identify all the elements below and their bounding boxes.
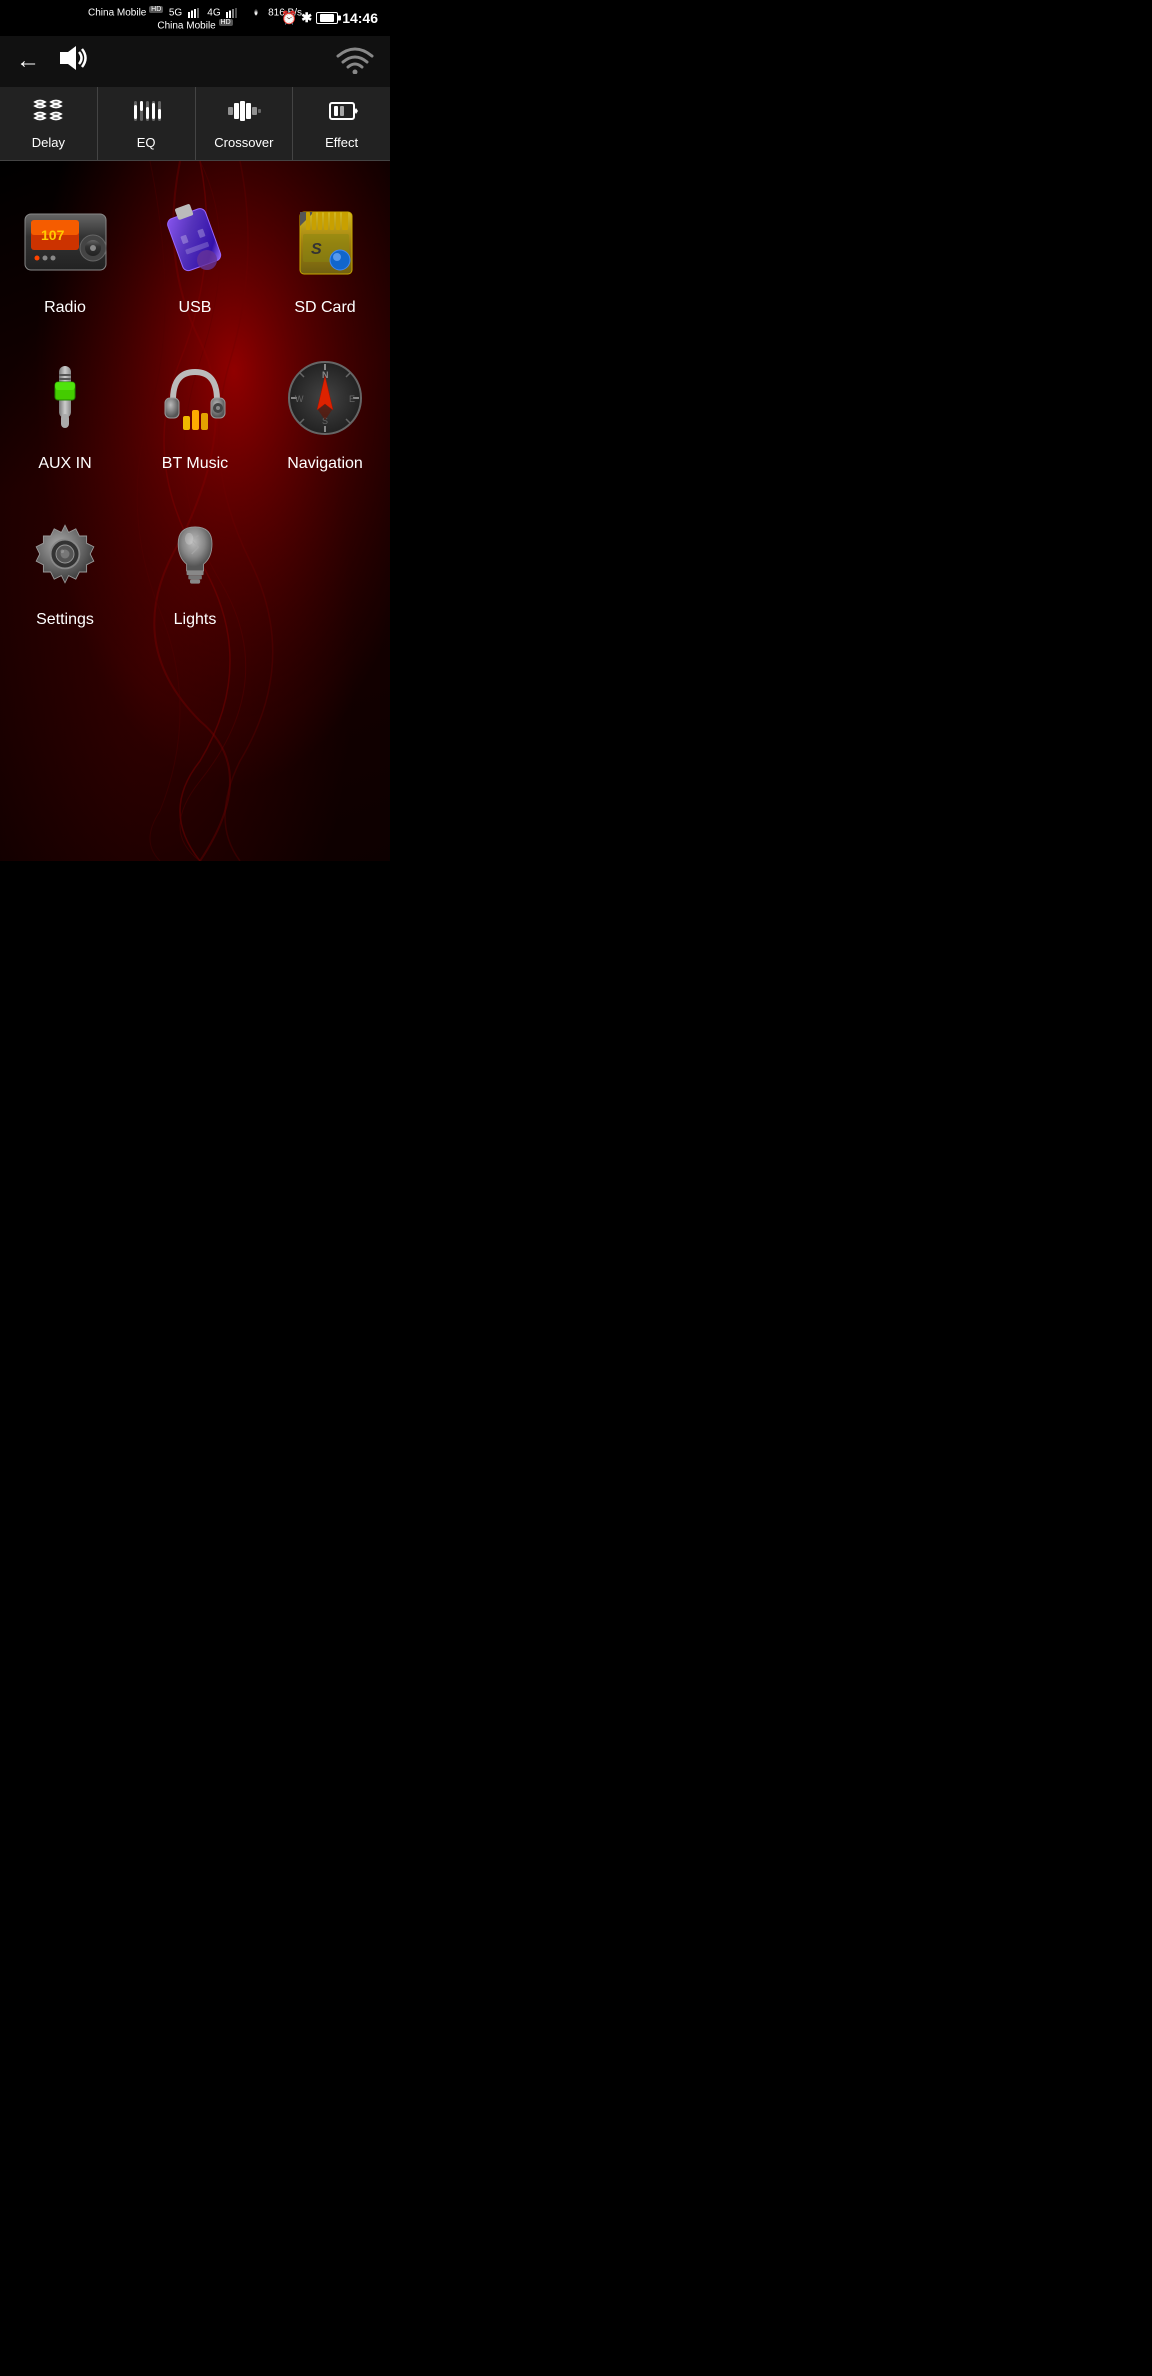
- settings-icon: [20, 509, 110, 599]
- app-auxin[interactable]: AUX IN: [0, 337, 130, 493]
- radio-label: Radio: [44, 299, 86, 317]
- radio-icon: 107: [20, 197, 110, 287]
- btmusic-label: BT Music: [162, 455, 228, 473]
- app-settings[interactable]: Settings: [0, 493, 130, 649]
- bt-icon: ✱: [301, 10, 312, 26]
- main-content: 107 Radio: [0, 161, 390, 861]
- wifi-icon: [336, 44, 374, 79]
- app-grid: 107 Radio: [0, 161, 390, 669]
- lights-icon: [150, 509, 240, 599]
- tab-effect[interactable]: Effect: [293, 87, 390, 160]
- alarm-icon: ⏰: [281, 10, 297, 26]
- empty-cell: [260, 493, 390, 649]
- tab-crossover[interactable]: Crossover: [196, 87, 294, 160]
- speaker-icon[interactable]: [56, 44, 88, 78]
- effect-icon: [326, 97, 358, 131]
- delay-icon: [32, 97, 64, 131]
- auxin-icon: [20, 353, 110, 443]
- navigation-icon: N S W E: [280, 353, 370, 443]
- svg-text:E: E: [349, 394, 355, 404]
- settings-label: Settings: [36, 611, 94, 629]
- top-nav-left: ←: [16, 44, 88, 78]
- app-navigation[interactable]: N S W E Navigation: [260, 337, 390, 493]
- tab-eq-label: EQ: [137, 135, 156, 150]
- carrier2-label: China Mobile HD: [157, 19, 232, 31]
- app-lights[interactable]: Lights: [130, 493, 260, 649]
- app-usb[interactable]: USB: [130, 181, 260, 337]
- status-right: ⏰ ✱ 14:46: [281, 10, 378, 26]
- back-button[interactable]: ←: [16, 47, 40, 75]
- app-sdcard[interactable]: S SD Card: [260, 181, 390, 337]
- sdcard-label: SD Card: [294, 299, 355, 317]
- btmusic-icon: [150, 353, 240, 443]
- tab-crossover-label: Crossover: [214, 135, 273, 150]
- tab-delay[interactable]: Delay: [0, 87, 98, 160]
- svg-text:W: W: [295, 394, 304, 404]
- tab-effect-label: Effect: [325, 135, 358, 150]
- carrier1-label: China Mobile HD 5G 4G 816 B/s: [88, 6, 302, 18]
- tab-eq[interactable]: EQ: [98, 87, 196, 160]
- time-label: 14:46: [342, 10, 378, 26]
- lights-label: Lights: [174, 611, 217, 629]
- status-bar: China Mobile HD 5G 4G 816 B/s China Mobi…: [0, 0, 390, 36]
- auxin-label: AUX IN: [38, 455, 91, 473]
- eq-icon: [130, 97, 162, 131]
- usb-label: USB: [179, 299, 212, 317]
- navigation-label: Navigation: [287, 455, 363, 473]
- sdcard-icon: S: [280, 197, 370, 287]
- svg-text:107: 107: [41, 227, 65, 243]
- battery-icon: [316, 12, 338, 24]
- app-radio[interactable]: 107 Radio: [0, 181, 130, 337]
- tab-delay-label: Delay: [32, 135, 65, 150]
- usb-icon: [150, 197, 240, 287]
- crossover-icon: [226, 97, 262, 131]
- svg-text:S: S: [311, 241, 322, 258]
- app-btmusic[interactable]: BT Music: [130, 337, 260, 493]
- top-nav: ←: [0, 36, 390, 87]
- tab-bar: Delay EQ: [0, 87, 390, 161]
- carrier-info: China Mobile HD 5G 4G 816 B/s China Mobi…: [88, 6, 302, 32]
